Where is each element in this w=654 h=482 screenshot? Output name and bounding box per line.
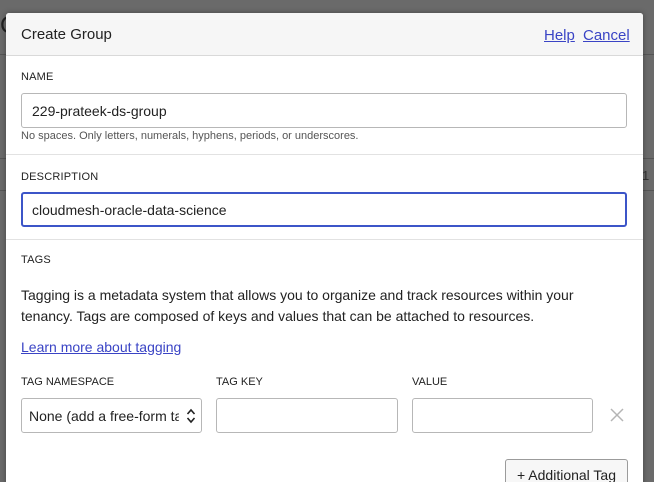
name-input-value: 229-prateek-ds-group bbox=[32, 102, 167, 119]
tag-namespace-label: TAG NAMESPACE bbox=[21, 376, 115, 388]
tag-value-input[interactable] bbox=[412, 398, 593, 433]
name-label: NAME bbox=[21, 71, 54, 83]
section-divider bbox=[6, 239, 643, 240]
description-input[interactable]: cloudmesh-oracle-data-science bbox=[21, 192, 627, 227]
tags-label: TAGS bbox=[21, 254, 51, 266]
create-group-dialog: Create Group Help Cancel NAME 229-pratee… bbox=[6, 13, 643, 482]
additional-tag-button[interactable]: + Additional Tag bbox=[505, 459, 628, 482]
remove-tag-close-icon[interactable] bbox=[609, 407, 625, 423]
tag-namespace-selected: None (add a free-form tag) bbox=[29, 407, 179, 424]
tag-key-input[interactable] bbox=[216, 398, 398, 433]
name-hint: No spaces. Only letters, numerals, hyphe… bbox=[21, 130, 359, 142]
description-input-value: cloudmesh-oracle-data-science bbox=[32, 201, 227, 218]
background-fragment: 1 bbox=[642, 168, 650, 183]
dialog-header: Create Group Help Cancel bbox=[6, 13, 643, 56]
tag-key-label: TAG KEY bbox=[216, 376, 263, 388]
cancel-link[interactable]: Cancel bbox=[583, 27, 630, 44]
learn-more-tagging-link[interactable]: Learn more about tagging bbox=[21, 339, 181, 355]
tag-namespace-select[interactable]: None (add a free-form tag) bbox=[21, 398, 202, 433]
tag-value-label: VALUE bbox=[412, 376, 448, 388]
name-input[interactable]: 229-prateek-ds-group bbox=[21, 93, 627, 128]
dialog-title: Create Group bbox=[21, 26, 112, 43]
tags-description: Tagging is a metadata system that allows… bbox=[21, 287, 574, 324]
description-label: DESCRIPTION bbox=[21, 171, 99, 183]
section-divider bbox=[6, 154, 643, 155]
help-link[interactable]: Help bbox=[544, 27, 575, 44]
select-chevrons-icon bbox=[186, 408, 196, 424]
